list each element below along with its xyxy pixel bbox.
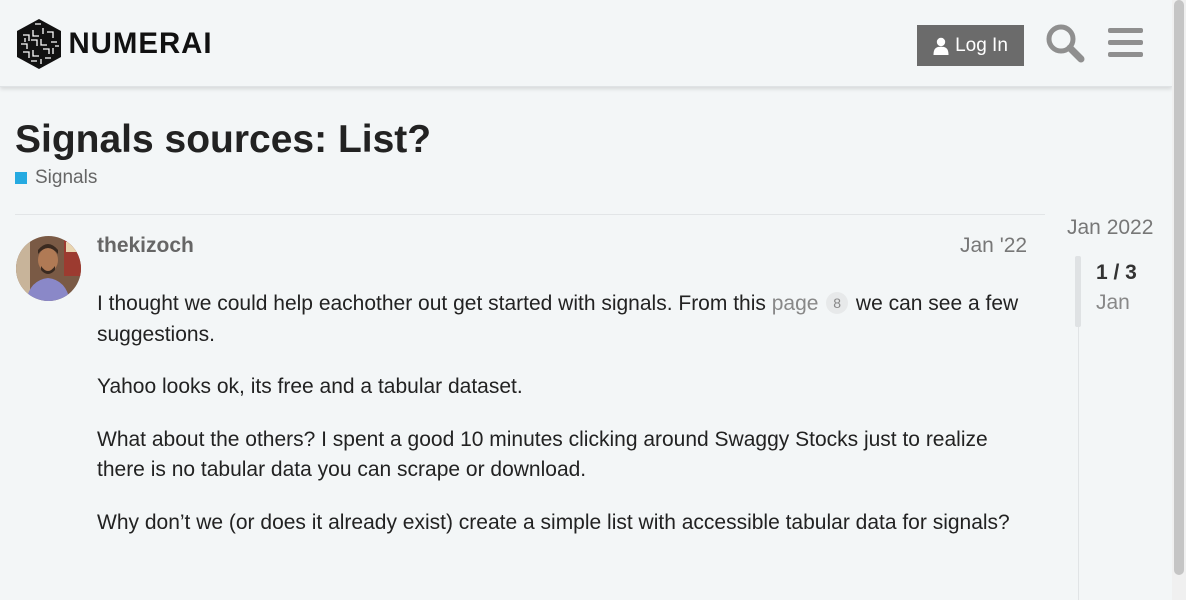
numerai-logo-icon bbox=[17, 19, 61, 69]
post-paragraph: I thought we could help eachother out ge… bbox=[97, 289, 1037, 350]
post-username[interactable]: thekizoch bbox=[97, 234, 194, 258]
topic-title[interactable]: Signals sources: List? bbox=[15, 118, 431, 162]
user-icon bbox=[933, 37, 949, 55]
post-paragraph: Why don’t we (or does it already exist) … bbox=[97, 510, 1010, 534]
timeline-position: 1 / 3 bbox=[1096, 261, 1137, 284]
category-label: Signals bbox=[35, 167, 98, 188]
site-header: NUMERAI Log In bbox=[0, 0, 1172, 87]
link-click-count: 8 bbox=[826, 292, 849, 314]
post-paragraph: Yahoo looks ok, its free and a tabular d… bbox=[97, 375, 523, 398]
page-scrollbar[interactable] bbox=[1172, 0, 1186, 600]
post-date[interactable]: Jan '22 bbox=[960, 234, 1027, 258]
search-icon[interactable] bbox=[1045, 23, 1085, 68]
login-label: Log In bbox=[955, 34, 1008, 56]
timeline-start-date[interactable]: Jan 2022 bbox=[1067, 216, 1153, 240]
user-avatar[interactable] bbox=[16, 236, 81, 301]
numerai-logo[interactable]: NUMERAI bbox=[15, 18, 214, 70]
post-body: I thought we could help eachother out ge… bbox=[97, 289, 1037, 560]
timeline-handle[interactable] bbox=[1075, 256, 1081, 327]
category-badge[interactable]: Signals bbox=[15, 167, 97, 189]
post-text: I thought we could help eachother out ge… bbox=[97, 292, 772, 315]
topic-divider bbox=[15, 214, 1045, 215]
post-paragraph: What about the others? I spent a good 10… bbox=[97, 427, 988, 482]
timeline-current-date: Jan bbox=[1096, 291, 1130, 314]
login-button[interactable]: Log In bbox=[917, 25, 1024, 66]
logo-text: NUMERAI bbox=[68, 27, 213, 60]
scrollbar-thumb[interactable] bbox=[1174, 0, 1184, 575]
hamburger-menu-icon[interactable] bbox=[1108, 27, 1144, 64]
category-color-square bbox=[15, 172, 27, 184]
page-link[interactable]: page bbox=[772, 292, 819, 315]
